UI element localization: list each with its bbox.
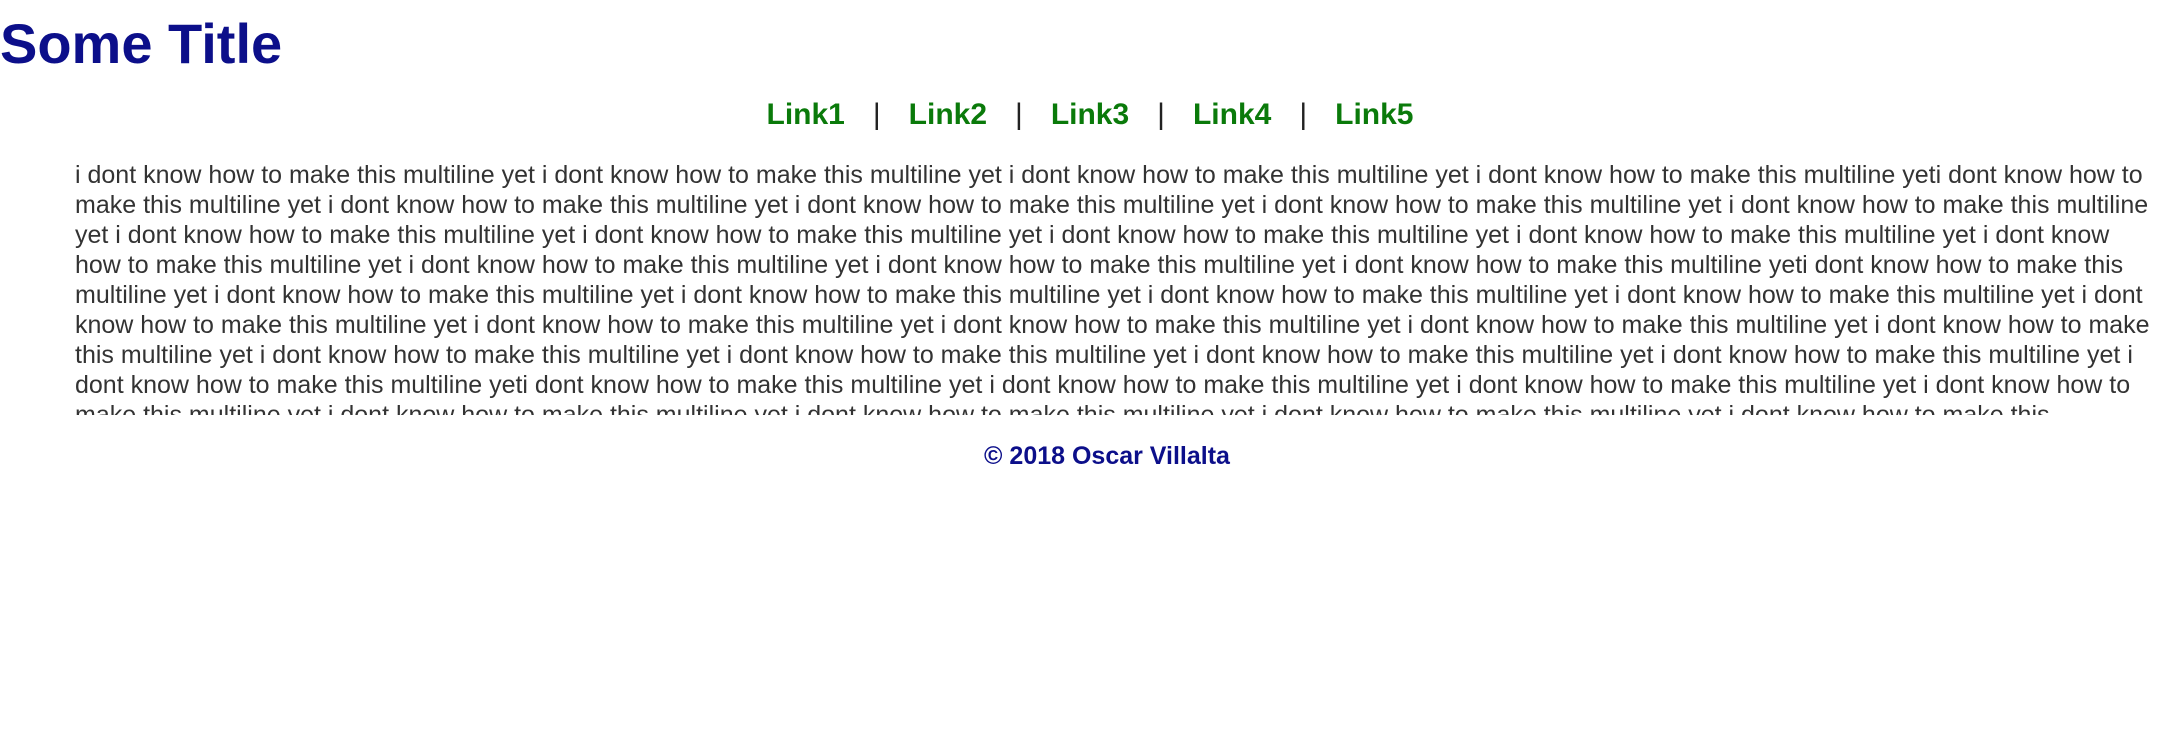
- nav-link-1[interactable]: Link1: [767, 95, 845, 135]
- nav-bar: Link1 | Link2 | Link3 | Link4 | Link5: [0, 95, 2180, 135]
- nav-link-2[interactable]: Link2: [909, 95, 987, 135]
- nav-link-3[interactable]: Link3: [1051, 95, 1129, 135]
- nav-separator: |: [872, 98, 881, 131]
- footer-copyright: © 2018 Oscar Villalta: [984, 442, 1230, 470]
- nav-separator: |: [1299, 98, 1308, 131]
- page-title: Some Title: [0, 12, 283, 75]
- body-paragraph[interactable]: i dont know how to make this multiline y…: [75, 160, 2160, 415]
- nav-link-5[interactable]: Link5: [1335, 95, 1413, 135]
- nav-link-4[interactable]: Link4: [1193, 95, 1271, 135]
- nav-separator: |: [1157, 98, 1165, 131]
- nav-separator: |: [1015, 98, 1023, 131]
